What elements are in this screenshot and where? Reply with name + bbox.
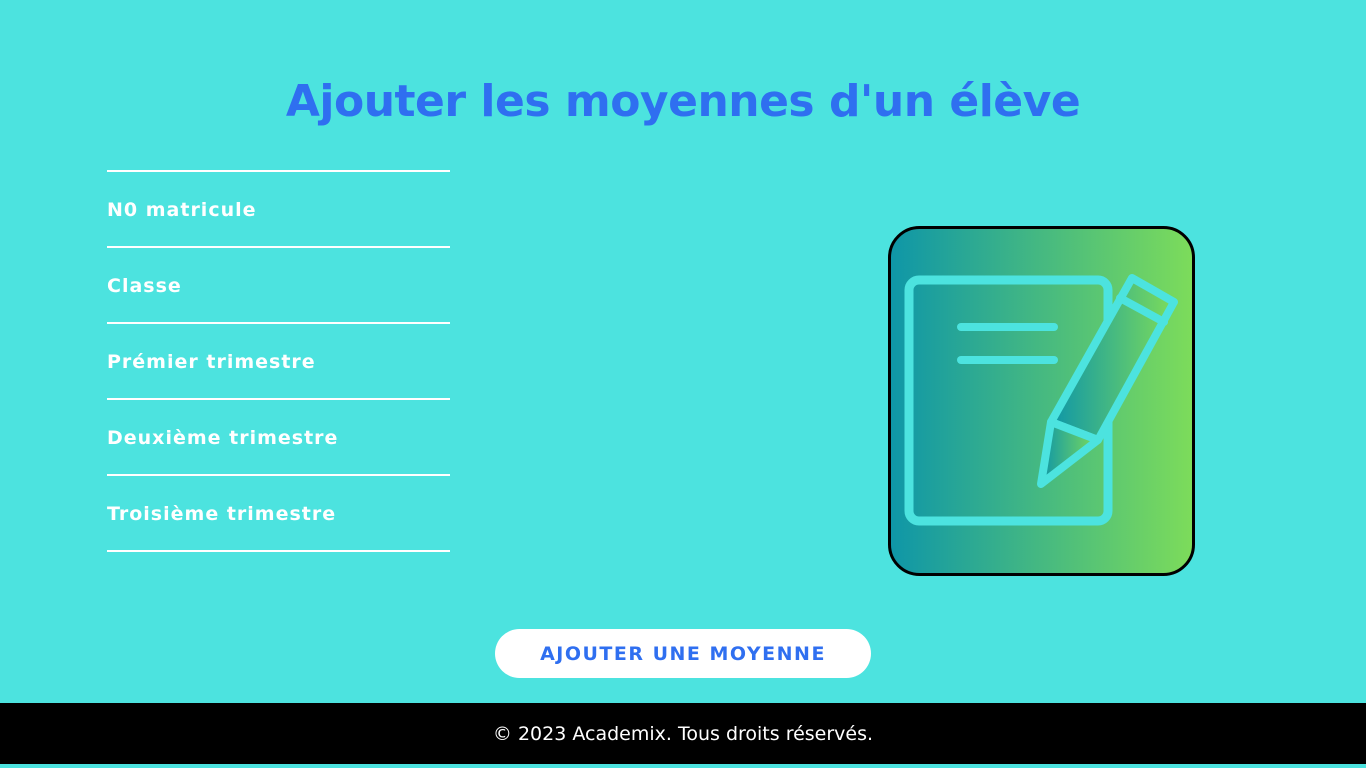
- grades-form: N0 matricule Classe Prémier trimestre De…: [107, 170, 454, 552]
- classe-input[interactable]: [107, 248, 454, 324]
- matricule-input[interactable]: [107, 172, 454, 248]
- page: Ajouter les moyennes d'un élève N0 matri…: [0, 0, 1366, 768]
- third-term-field[interactable]: Troisième trimestre: [107, 474, 454, 552]
- footer: © 2023 Academix. Tous droits réservés.: [0, 703, 1366, 764]
- notepad-illustration: [888, 226, 1195, 576]
- second-term-input[interactable]: [107, 400, 454, 476]
- third-term-input[interactable]: [107, 476, 454, 552]
- footer-copyright: © 2023 Academix. Tous droits réservés.: [492, 722, 874, 745]
- add-average-button[interactable]: AJOUTER UNE MOYENNE: [495, 629, 871, 678]
- matricule-field[interactable]: N0 matricule: [107, 170, 454, 248]
- second-term-field[interactable]: Deuxième trimestre: [107, 398, 454, 476]
- classe-field[interactable]: Classe: [107, 246, 454, 324]
- first-term-input[interactable]: [107, 324, 454, 400]
- first-term-field[interactable]: Prémier trimestre: [107, 322, 454, 400]
- bottom-strip: [0, 764, 1366, 768]
- notepad-pencil-icon: [888, 226, 1195, 576]
- page-title: Ajouter les moyennes d'un élève: [285, 76, 1081, 127]
